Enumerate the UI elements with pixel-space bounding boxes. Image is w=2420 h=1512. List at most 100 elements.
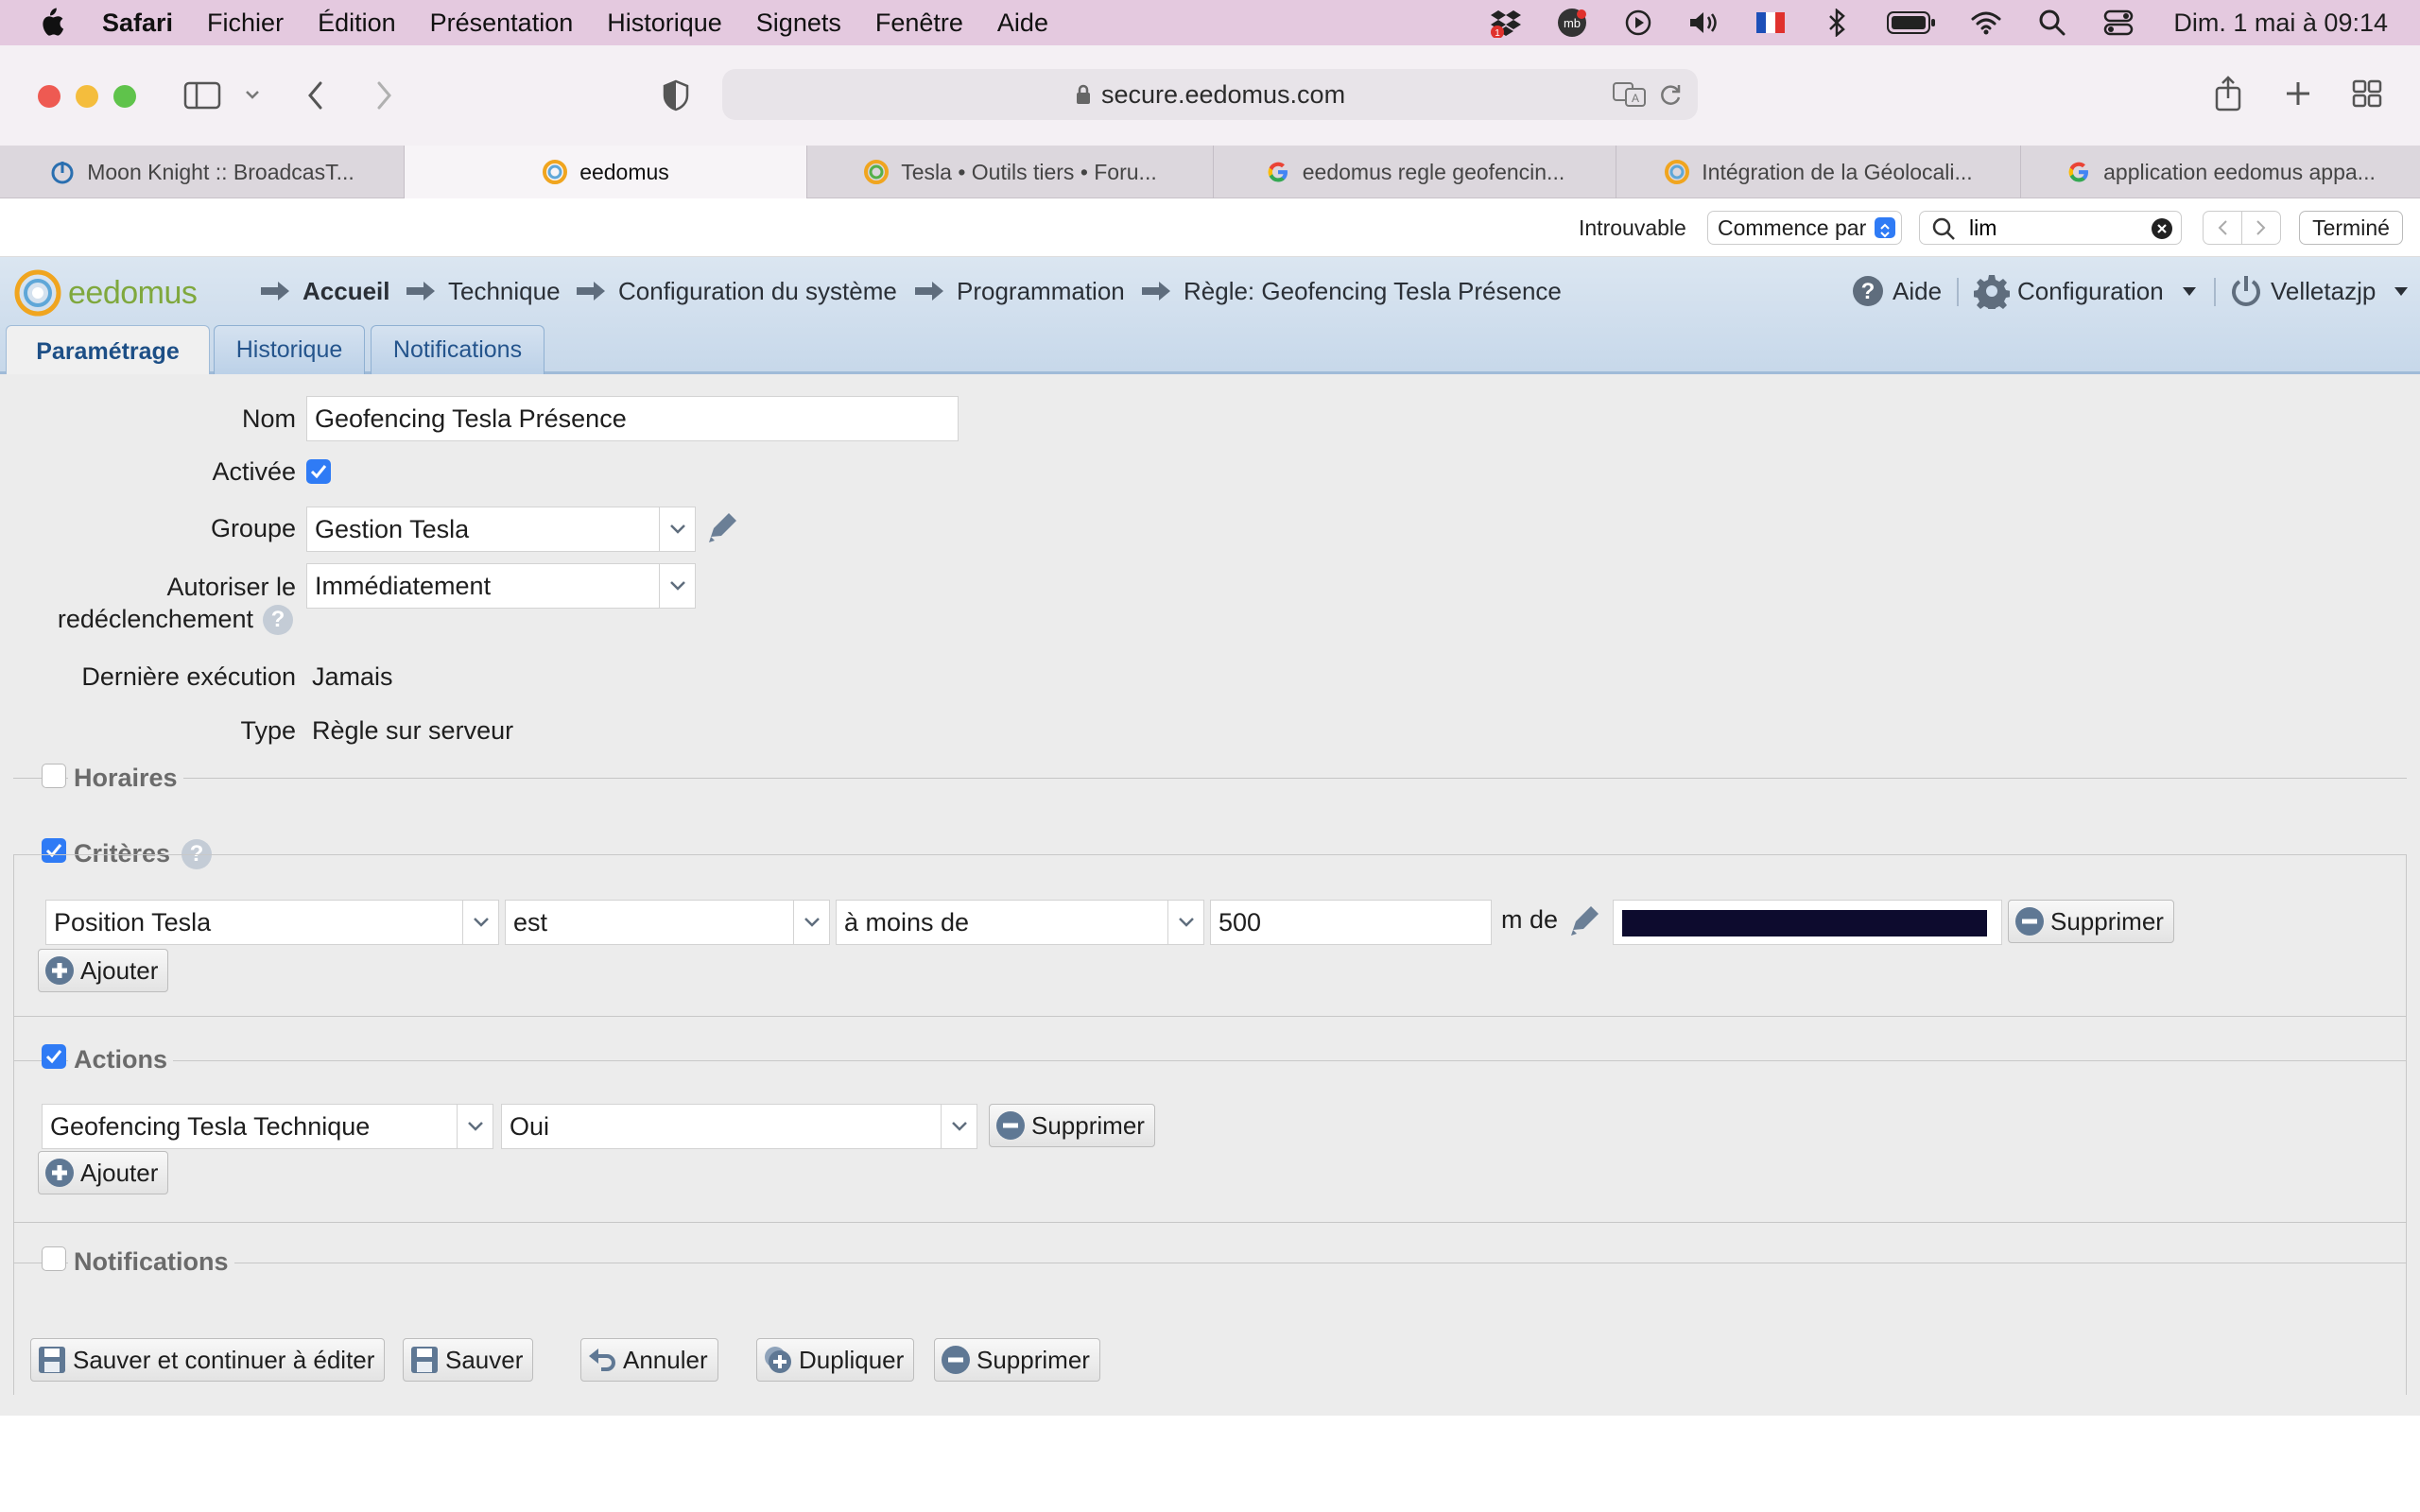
active-checkbox[interactable] [306, 459, 331, 484]
clear-icon[interactable] [2151, 217, 2173, 246]
window-minimize-button[interactable] [76, 85, 98, 108]
actions-checkbox[interactable] [42, 1044, 66, 1069]
eedomus-logo[interactable]: eedomus [13, 265, 198, 321]
browser-tab[interactable]: eedomus regle geofencin... [1214, 146, 1616, 198]
forward-icon[interactable] [372, 79, 395, 116]
search-icon [1931, 216, 1956, 247]
tab-notifications[interactable]: Notifications [371, 325, 544, 374]
svg-text:?: ? [1861, 279, 1876, 304]
chevron-down-icon[interactable] [244, 89, 261, 107]
play-icon[interactable] [1621, 6, 1655, 40]
plus-circle-icon [45, 1159, 74, 1187]
browser-tab-active[interactable]: eedomus [405, 146, 807, 198]
breadcrumb-technique[interactable]: Technique [405, 272, 561, 310]
svg-text:1: 1 [1495, 28, 1501, 38]
wifi-icon[interactable] [1969, 6, 2003, 40]
browser-tab[interactable]: Intégration de la Géolocali... [1616, 146, 2021, 198]
action-add-button[interactable]: Ajouter [38, 1151, 169, 1194]
menu-fenetre[interactable]: Fenêtre [875, 9, 963, 38]
find-next-button[interactable] [2241, 211, 2281, 245]
action-value-select[interactable]: Oui [501, 1104, 977, 1149]
chevron-down-icon [941, 1105, 977, 1148]
find-bar: Introuvable Commence par Terminé [0, 198, 2420, 257]
retrigger-help-icon[interactable]: ? [263, 605, 293, 635]
tab-historique[interactable]: Historique [214, 325, 365, 374]
find-search-field[interactable] [1919, 211, 2182, 245]
flag-fr-icon[interactable] [1754, 6, 1788, 40]
apple-menu-icon[interactable] [36, 8, 64, 38]
menu-historique[interactable]: Historique [607, 9, 722, 38]
translate-icon[interactable]: A [1613, 81, 1647, 112]
last-exec-label: Dernière exécution [81, 662, 296, 691]
dropbox-icon[interactable]: 1 [1489, 6, 1523, 40]
retrigger-label-line1: Autoriser le [166, 573, 296, 601]
save-label: Sauver [445, 1345, 524, 1374]
share-icon[interactable] [2214, 76, 2242, 116]
user-menu[interactable]: Velletazjp [2229, 272, 2410, 310]
horaires-divider [13, 778, 2407, 779]
window-zoom-button[interactable] [113, 85, 136, 108]
find-mode-value: Commence par [1718, 215, 1867, 240]
app-header: eedomus Accueil Technique Configuration … [0, 257, 2420, 377]
google-favicon-icon [1268, 162, 1288, 182]
breadcrumb-programmation[interactable]: Programmation [913, 272, 1125, 310]
cancel-button[interactable]: Annuler [580, 1338, 718, 1382]
menu-app-safari[interactable]: Safari [102, 9, 173, 38]
address-bar[interactable]: secure.eedomus.com A [722, 69, 1698, 120]
retrigger-select[interactable]: Immédiatement [306, 563, 696, 609]
menu-aide[interactable]: Aide [997, 9, 1048, 38]
new-tab-icon[interactable] [2284, 79, 2312, 112]
sidebar-toggle-icon[interactable] [183, 81, 221, 114]
configuration-menu[interactable]: Configuration [1974, 272, 2198, 310]
browser-tab[interactable]: application eedomus appa... [2021, 146, 2420, 198]
tab-label: Moon Knight :: BroadcasT... [87, 159, 354, 184]
action-device-select[interactable]: Geofencing Tesla Technique [42, 1104, 493, 1149]
duplicate-button[interactable]: Dupliquer [756, 1338, 915, 1382]
window-close-button[interactable] [38, 85, 60, 108]
chevron-down-icon [659, 564, 695, 608]
browser-tab[interactable]: Tesla • Outils tiers • Foru... [807, 146, 1214, 198]
chevron-down-icon [457, 1105, 493, 1148]
menu-signets[interactable]: Signets [756, 9, 841, 38]
breadcrumb-accueil[interactable]: Accueil [259, 272, 390, 310]
help-label: Aide [1893, 276, 1943, 305]
help-link[interactable]: ? Aide [1851, 272, 1942, 310]
fieldset-gap [14, 1018, 2406, 1059]
find-mode-select[interactable]: Commence par [1707, 211, 1902, 245]
battery-icon[interactable] [1886, 6, 1937, 40]
find-done-button[interactable]: Terminé [2299, 211, 2403, 245]
mb-app-icon[interactable]: mb [1555, 6, 1589, 40]
action-delete-button[interactable]: Supprimer [989, 1104, 1155, 1147]
breadcrumb-regle[interactable]: Règle: Geofencing Tesla Présence [1140, 272, 1562, 310]
group-select[interactable]: Gestion Tesla [306, 507, 696, 552]
back-icon[interactable] [304, 79, 327, 116]
delete-button[interactable]: Supprimer [934, 1338, 1100, 1382]
horaires-checkbox[interactable] [42, 764, 66, 788]
save-button[interactable]: Sauver [403, 1338, 534, 1382]
name-input[interactable]: Geofencing Tesla Présence [306, 396, 959, 441]
volume-icon[interactable] [1687, 6, 1721, 40]
breadcrumb-configuration-systeme[interactable]: Configuration du système [575, 272, 897, 310]
criteria-box-bottom [13, 854, 2407, 1017]
menubar-clock[interactable]: Dim. 1 mai à 09:14 [2173, 9, 2388, 38]
notifications-checkbox[interactable] [42, 1246, 66, 1271]
find-previous-button[interactable] [2203, 211, 2242, 245]
minus-circle-icon [942, 1346, 970, 1374]
reload-icon[interactable] [1658, 82, 1683, 112]
browser-tab[interactable]: Moon Knight :: BroadcasT... [0, 146, 405, 198]
privacy-shield-icon[interactable] [662, 79, 690, 116]
save-continue-button[interactable]: Sauver et continuer à éditer [30, 1338, 386, 1382]
tab-overview-icon[interactable] [2352, 79, 2382, 112]
bluetooth-icon[interactable] [1820, 6, 1854, 40]
spotlight-search-icon[interactable] [2035, 6, 2069, 40]
find-input[interactable] [1969, 215, 2139, 241]
menu-presentation[interactable]: Présentation [430, 9, 574, 38]
edit-group-pencil-icon[interactable] [705, 510, 741, 551]
active-label: Activée [212, 457, 296, 486]
menu-edition[interactable]: Édition [318, 9, 396, 38]
menu-fichier[interactable]: Fichier [207, 9, 284, 38]
tab-parametrage[interactable]: Paramétrage [6, 325, 210, 377]
gear-icon [1974, 275, 2010, 309]
control-center-icon[interactable] [2101, 6, 2135, 40]
retrigger-label-line2: redéclenchement [57, 605, 253, 633]
